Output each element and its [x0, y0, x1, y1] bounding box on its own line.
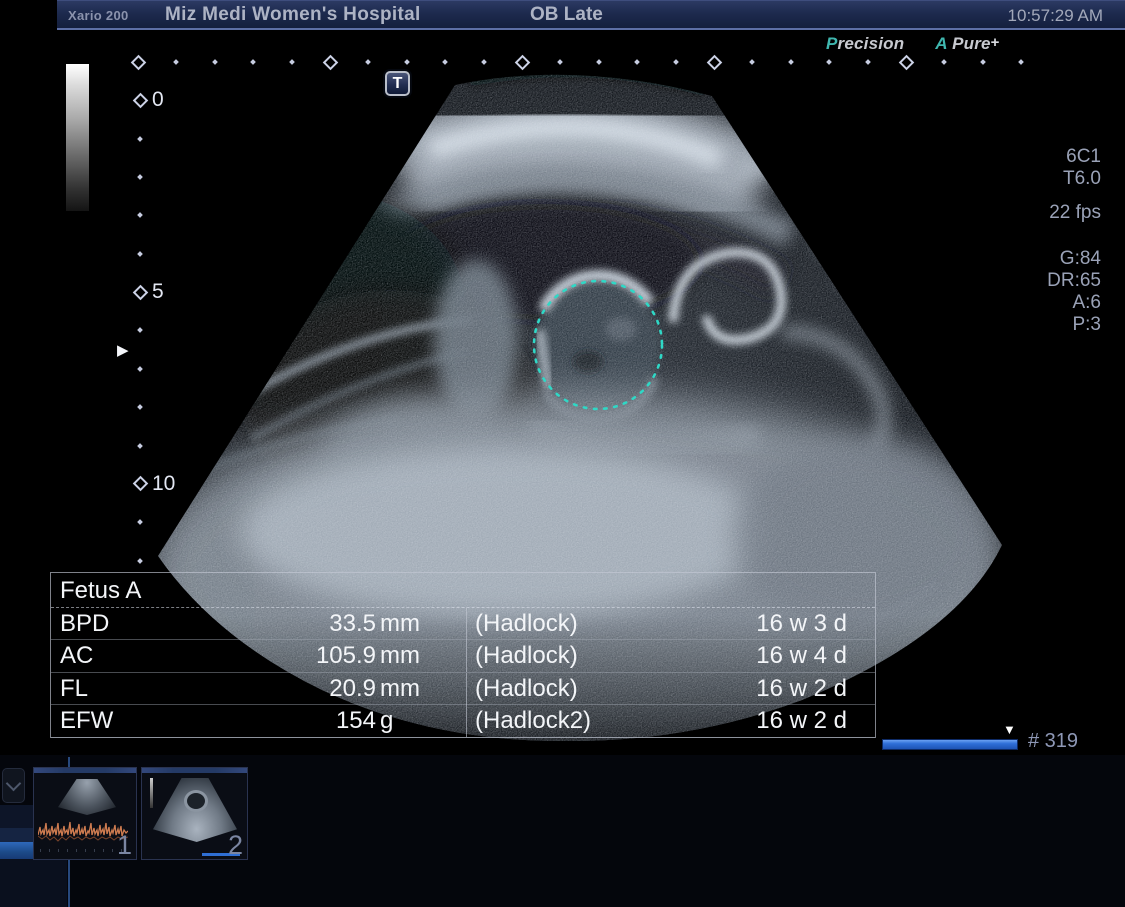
gestational-age: 16 w 2 d — [756, 674, 847, 702]
measurement-method: (Hadlock) — [466, 608, 676, 640]
rail-strip[interactable] — [0, 859, 67, 907]
thumbnail-fetal-circle — [184, 790, 208, 812]
progress-marker-icon[interactable]: ▼ — [1003, 722, 1016, 737]
collapse-button[interactable] — [2, 768, 25, 803]
chevron-down-icon — [5, 775, 22, 792]
thumbnail-1[interactable]: 1 — [33, 767, 137, 860]
thumbnail-header — [34, 768, 136, 773]
gestational-age: 16 w 3 d — [756, 610, 847, 637]
thumbnail-grayscale-bar — [150, 778, 153, 808]
measurement-row: BPD 33.5 mm (Hadlock) 16 w 3 d — [51, 608, 875, 641]
measurement-value: 20.9 — [329, 674, 376, 702]
measurement-row: EFW 154 g (Hadlock2) 16 w 2 d — [51, 705, 875, 738]
gestational-age: 16 w 4 d — [756, 642, 847, 670]
measurement-method: (Hadlock) — [466, 640, 676, 673]
measurement-method: (Hadlock) — [466, 672, 676, 705]
measurement-unit: mm — [380, 642, 420, 670]
measurement-value: 105.9 — [315, 642, 376, 670]
fetus-title: Fetus A — [51, 573, 875, 608]
ultrasound-screen: Xario 200 Miz Medi Women's Hospital OB L… — [0, 0, 1125, 907]
thumbnail-2[interactable]: 2 — [141, 767, 248, 860]
measurement-label: BPD — [60, 610, 110, 637]
measurement-label: FL — [60, 674, 89, 702]
cine-progress-bar[interactable] — [882, 739, 1018, 750]
measurement-table: Fetus A BPD 33.5 mm (Hadlock) 16 w 3 d A… — [50, 572, 876, 738]
measurement-label: AC — [60, 642, 94, 670]
frame-counter: # 319 — [1028, 730, 1079, 752]
clipboard-strip: 1 2 — [0, 755, 1125, 907]
thumbnail-axis-ticks — [40, 849, 126, 852]
measurement-method: (Hadlock2) — [466, 705, 676, 738]
measurement-value: 154 — [335, 707, 376, 735]
orientation-marker-icon: T — [385, 71, 410, 96]
thumbnail-header — [142, 768, 247, 773]
measurement-unit: mm — [380, 674, 420, 702]
measurement-unit: g — [380, 707, 394, 735]
thumbnail-number: 1 — [116, 830, 132, 860]
doppler-waveform — [38, 821, 128, 842]
thumbnail-bmode-mini — [58, 779, 116, 815]
measurement-row: AC 105.9 mm (Hadlock) 16 w 4 d — [51, 640, 875, 673]
gestational-age: 16 w 2 d — [756, 707, 847, 735]
measurement-row: FL 20.9 mm (Hadlock) 16 w 2 d — [51, 672, 875, 706]
measurement-value: 33.5 — [329, 610, 376, 637]
thumbnail-number: 2 — [227, 830, 243, 860]
measurement-unit: mm — [380, 610, 420, 637]
measurement-label: EFW — [60, 707, 114, 735]
